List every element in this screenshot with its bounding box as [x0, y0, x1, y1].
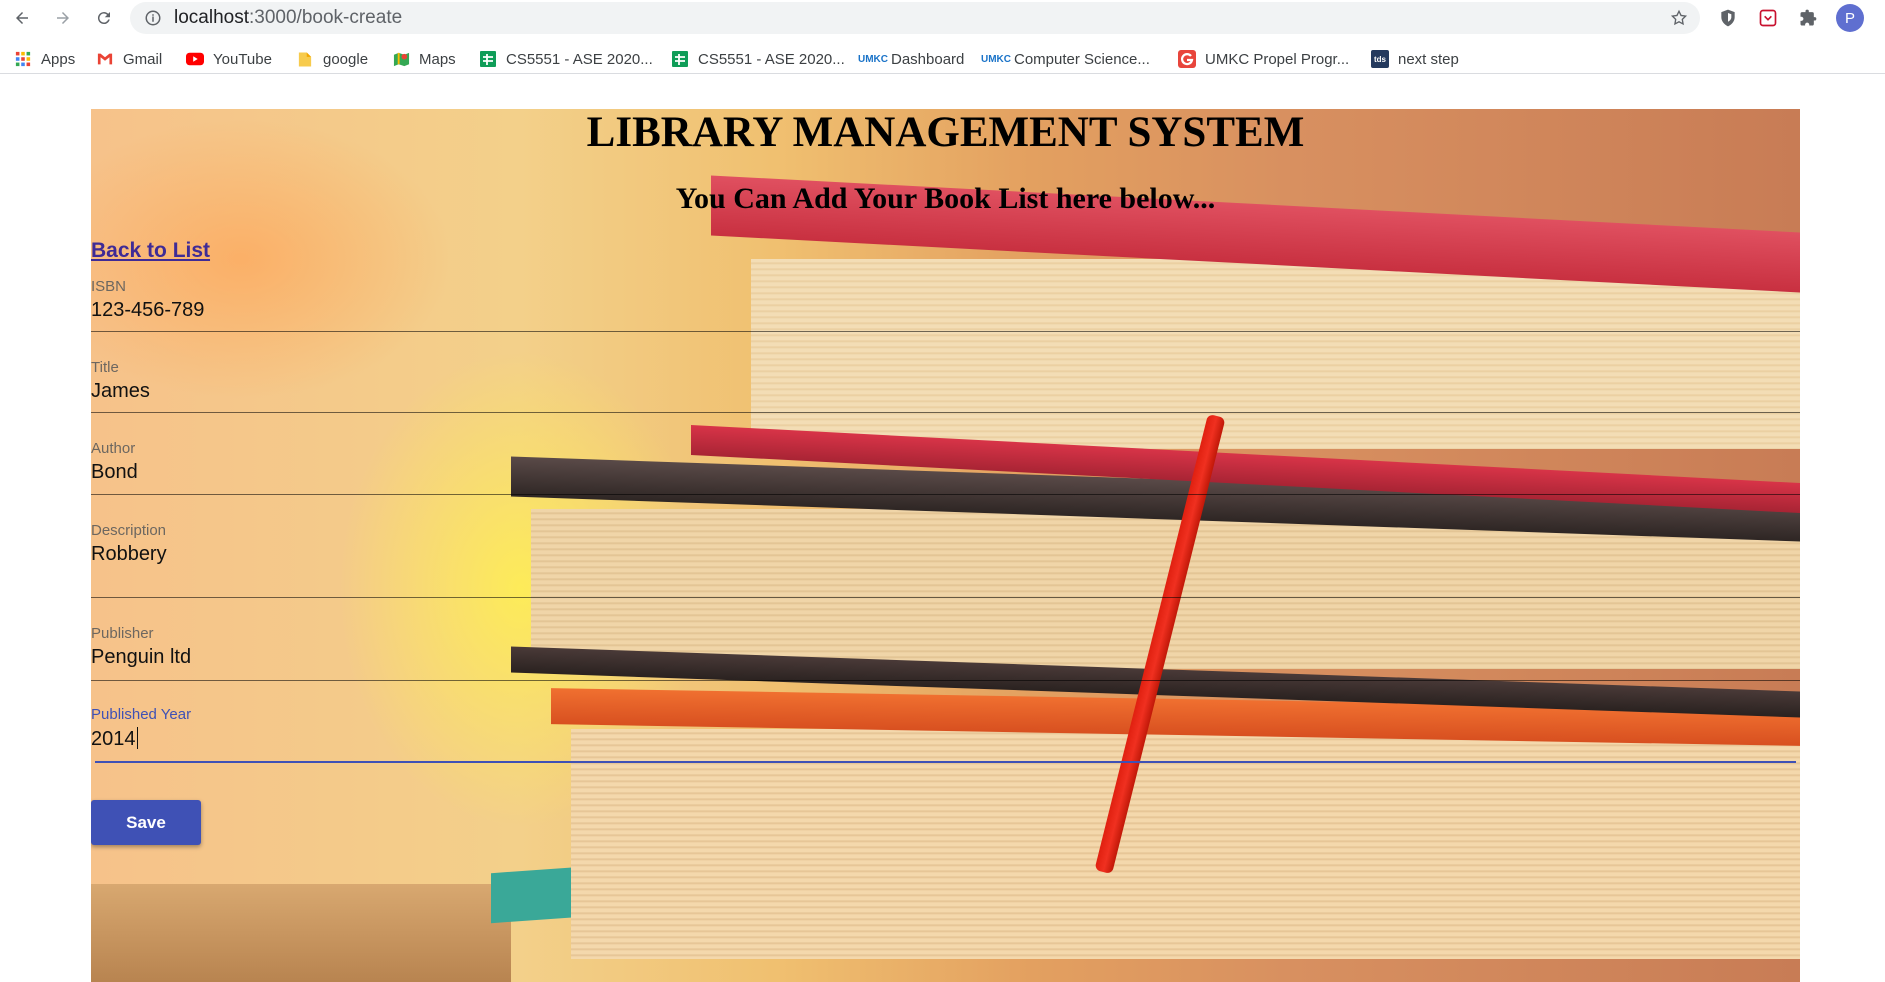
- bookmark-cs5551-1[interactable]: CS5551 - ASE 2020...: [479, 48, 653, 70]
- forward-arrow-icon[interactable]: [49, 4, 77, 32]
- back-to-list-link[interactable]: Back to List: [91, 239, 210, 263]
- maps-icon: [392, 50, 410, 68]
- back-arrow-icon[interactable]: [8, 4, 36, 32]
- published-year-field[interactable]: Published Year 2014: [91, 706, 1800, 772]
- bookmark-label: CS5551 - ASE 2020...: [698, 50, 845, 68]
- field-label: Published Year: [91, 706, 192, 723]
- browser-toolbar: localhost:3000/book-create P: [0, 0, 1885, 36]
- url-text: localhost:3000/book-create: [174, 7, 403, 28]
- isbn-field[interactable]: ISBN 123-456-789: [91, 278, 1800, 344]
- bookmarks-bar: Apps Gmail YouTube google Maps CS5551 - …: [0, 42, 1885, 74]
- profile-avatar[interactable]: P: [1836, 4, 1864, 32]
- address-bar[interactable]: localhost:3000/book-create: [130, 2, 1700, 34]
- field-underline: [91, 494, 1800, 495]
- tds-icon: tds: [1371, 50, 1389, 68]
- description-textarea[interactable]: Robbery: [91, 543, 1800, 566]
- save-button[interactable]: Save: [91, 800, 201, 845]
- field-underline: [91, 680, 1800, 681]
- youtube-icon: [186, 50, 204, 68]
- bookmark-computer-science[interactable]: UMKC Computer Science...: [981, 48, 1150, 70]
- apps-grid-icon: [14, 50, 32, 68]
- field-underline-focused: [95, 761, 1796, 763]
- bookmark-dashboard[interactable]: UMKC Dashboard: [858, 48, 965, 70]
- published-year-value: 2014: [91, 728, 136, 750]
- bookmark-label: Gmail: [123, 50, 163, 68]
- author-field[interactable]: Author Bond: [91, 440, 1800, 506]
- bookmark-google-folder[interactable]: google: [296, 48, 368, 70]
- sheets-icon: [479, 50, 497, 68]
- bookmark-label: Maps: [419, 50, 456, 68]
- bookmark-youtube[interactable]: YouTube: [186, 48, 272, 70]
- bookmark-label: UMKC Propel Progr...: [1205, 50, 1350, 68]
- page-subtitle: You Can Add Your Book List here below...: [675, 182, 1216, 215]
- publisher-field[interactable]: Publisher Penguin ltd: [91, 625, 1800, 691]
- folder-icon: [296, 50, 314, 68]
- reload-icon[interactable]: [90, 4, 118, 32]
- bookmark-maps[interactable]: Maps: [392, 48, 456, 70]
- bookmark-label: Apps: [41, 50, 76, 68]
- title-field[interactable]: Title James: [91, 359, 1800, 425]
- field-label: Publisher: [91, 625, 154, 642]
- field-label: ISBN: [91, 278, 127, 295]
- publisher-input[interactable]: Penguin ltd: [91, 646, 1800, 669]
- bookmark-star-icon[interactable]: [1665, 4, 1693, 32]
- text-caret: [136, 727, 138, 749]
- pocket-extension-icon[interactable]: [1756, 6, 1780, 30]
- field-label: Author: [91, 440, 136, 457]
- bookmark-label: Computer Science...: [1014, 50, 1150, 68]
- puzzle-extensions-icon[interactable]: [1796, 6, 1820, 30]
- bookmark-label: Dashboard: [891, 50, 965, 68]
- field-underline: [91, 597, 1800, 598]
- field-underline: [91, 412, 1800, 413]
- isbn-input[interactable]: 123-456-789: [91, 299, 1800, 322]
- sheets-icon: [671, 50, 689, 68]
- page-title: LIBRARY MANAGEMENT SYSTEM: [586, 109, 1305, 156]
- bookmark-next-step[interactable]: tds next step: [1371, 48, 1459, 70]
- book-create-form: LIBRARY MANAGEMENT SYSTEM You Can Add Yo…: [91, 109, 1800, 982]
- gmail-icon: [96, 50, 114, 68]
- shield-extension-icon[interactable]: [1716, 6, 1740, 30]
- description-field[interactable]: Description Robbery: [91, 522, 1800, 610]
- bookmark-apps[interactable]: Apps: [14, 48, 75, 70]
- author-input[interactable]: Bond: [91, 461, 1800, 484]
- bookmark-umkc-propel[interactable]: UMKC Propel Progr...: [1178, 48, 1349, 70]
- umkc-icon: UMKC: [858, 53, 888, 65]
- bookmark-label: google: [323, 50, 369, 68]
- bookmark-label: CS5551 - ASE 2020...: [506, 50, 653, 68]
- umkc-icon: UMKC: [981, 53, 1011, 65]
- page-background: LIBRARY MANAGEMENT SYSTEM You Can Add Yo…: [91, 109, 1800, 982]
- bookmark-cs5551-2[interactable]: CS5551 - ASE 2020...: [671, 48, 845, 70]
- field-label: Description: [91, 522, 167, 539]
- bookmark-gmail[interactable]: Gmail: [96, 48, 162, 70]
- bookmark-label: next step: [1398, 50, 1459, 68]
- field-underline: [91, 331, 1800, 332]
- g-icon: [1178, 50, 1196, 68]
- field-label: Title: [91, 359, 119, 376]
- title-input[interactable]: James: [91, 380, 1800, 403]
- published-year-input[interactable]: 2014: [91, 727, 1800, 751]
- bookmark-label: YouTube: [213, 50, 272, 68]
- info-icon[interactable]: [144, 9, 162, 27]
